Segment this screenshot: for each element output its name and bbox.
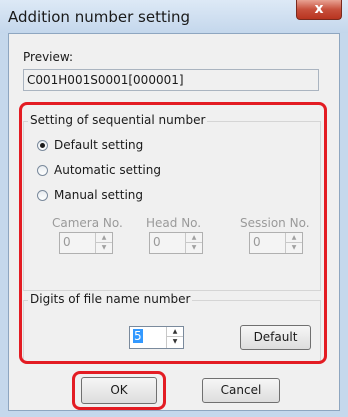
title-bar[interactable]: Addition number setting x [0, 0, 348, 33]
dialog-window: Addition number setting x Preview: C001H… [0, 0, 348, 417]
close-icon: x [314, 1, 324, 17]
cancel-button[interactable]: Cancel [202, 378, 280, 403]
highlight-frame [19, 102, 327, 364]
window-title: Addition number setting [8, 8, 191, 26]
dialog-body: Preview: C001H001S0001[000001] Setting o… [8, 33, 340, 411]
preview-field: C001H001S0001[000001] [23, 69, 319, 91]
preview-label: Preview: [23, 50, 74, 64]
close-button[interactable]: x [296, 0, 342, 20]
ok-highlight-frame [72, 371, 166, 410]
